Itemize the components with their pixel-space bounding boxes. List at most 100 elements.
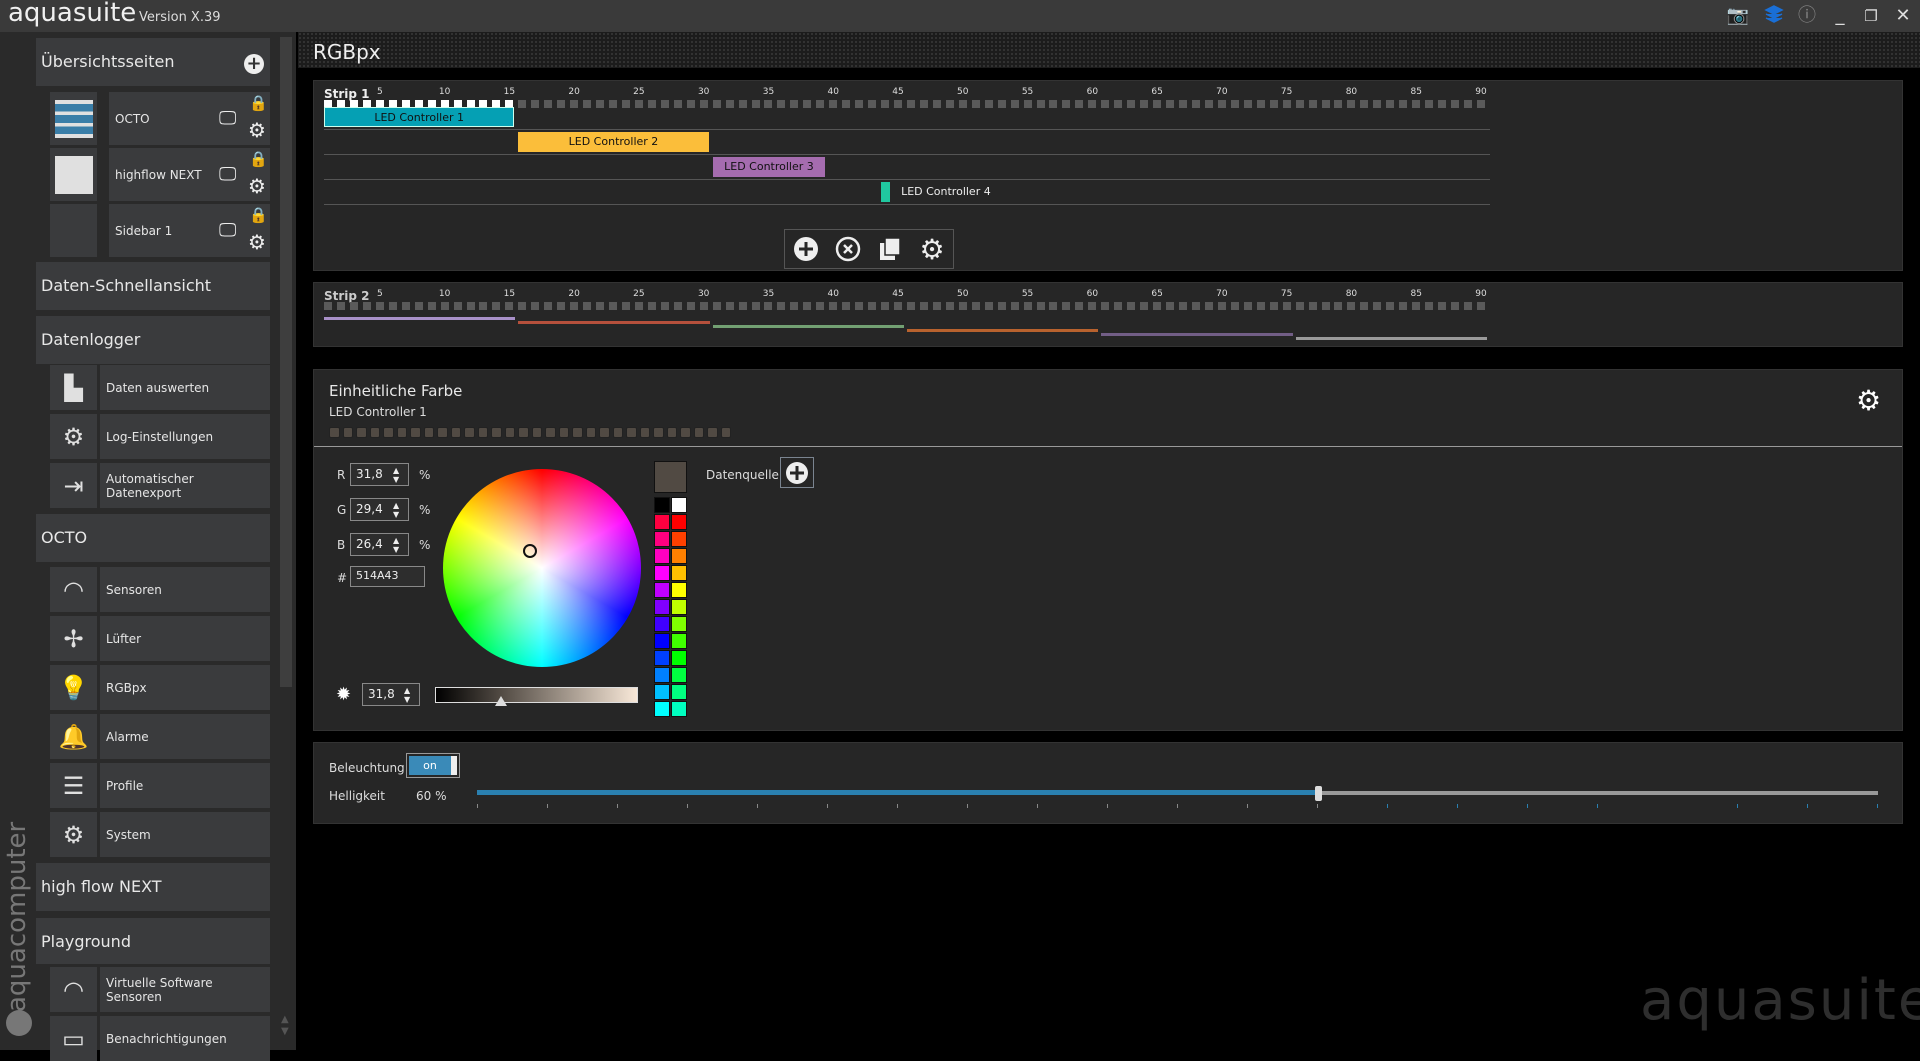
strip-2-led[interactable] <box>505 302 514 310</box>
scroll-arrows-icon[interactable]: ▲ ▼ <box>281 1014 289 1038</box>
palette-swatch[interactable] <box>654 514 670 530</box>
strip-2-segment[interactable] <box>1295 337 1487 340</box>
strip-2-led[interactable] <box>427 302 436 310</box>
strip-2-led[interactable] <box>1191 302 1200 310</box>
palette-swatch[interactable] <box>671 582 687 598</box>
strip-2-led[interactable] <box>1166 302 1175 310</box>
strip-1-led[interactable] <box>1204 100 1213 108</box>
sidebar-item-virtuelle-software-sensoren[interactable]: Virtuelle Software Sensoren <box>100 967 270 1012</box>
b-stepper[interactable]: ▲ ▼ <box>393 536 405 554</box>
palette-swatch[interactable] <box>671 548 687 564</box>
sidebar-item-rgbpx[interactable]: RGBpx <box>100 665 270 710</box>
lock-icon[interactable]: 🔒 <box>249 94 268 112</box>
add-overview-icon[interactable]: + <box>244 54 264 74</box>
strip-1-led[interactable] <box>997 100 1006 108</box>
strip-1-led[interactable] <box>1023 100 1032 108</box>
strip-1-led[interactable] <box>1360 100 1369 108</box>
strip-1-led[interactable] <box>816 100 825 108</box>
strip-1-led[interactable] <box>1412 100 1421 108</box>
remove-controller-button[interactable] <box>831 232 865 266</box>
strip-1-led[interactable] <box>1321 100 1330 108</box>
g-stepper[interactable]: ▲ ▼ <box>393 501 405 519</box>
sidebar-item-icon-box[interactable]: ▭ <box>50 1016 97 1061</box>
palette-swatch[interactable] <box>671 616 687 632</box>
strip-2-led[interactable] <box>1347 302 1356 310</box>
sidebar-item-icon-box[interactable]: ⚙ <box>50 812 97 857</box>
strip-2-led[interactable] <box>1049 302 1058 310</box>
palette-swatch[interactable] <box>671 531 687 547</box>
palette-swatch[interactable] <box>654 599 670 615</box>
sidebar-section-header[interactable]: Playground <box>36 918 270 964</box>
strip-2-led[interactable] <box>634 302 643 310</box>
strip-2-led[interactable] <box>440 302 449 310</box>
strip-1-led[interactable] <box>1334 100 1343 108</box>
strip-1-led[interactable] <box>1308 100 1317 108</box>
palette-swatch[interactable] <box>654 582 670 598</box>
sidebar-item-daten-auswerten[interactable]: Daten auswerten <box>100 365 270 410</box>
strip-2-led[interactable] <box>1464 302 1473 310</box>
brightness-input[interactable]: 31,8 ▲ ▼ <box>362 683 420 706</box>
overview-thumbnail[interactable] <box>50 204 97 257</box>
sidebar-item-automatischer-datenexport[interactable]: Automatischer Datenexport <box>100 463 270 508</box>
lock-icon[interactable]: 🔒 <box>249 206 268 224</box>
strip-2-led[interactable] <box>1438 302 1447 310</box>
strip-1-led[interactable] <box>1140 100 1149 108</box>
sidebar-section-header[interactable]: OCTO <box>36 514 270 562</box>
strip-2-led[interactable] <box>881 302 890 310</box>
strip-2-led[interactable] <box>660 302 669 310</box>
layers-icon[interactable] <box>1760 4 1788 28</box>
palette-swatch[interactable] <box>654 633 670 649</box>
strip-2-led[interactable] <box>1412 302 1421 310</box>
strip-2-led[interactable] <box>712 302 721 310</box>
strip-1-led[interactable] <box>881 100 890 108</box>
strip-2-led[interactable] <box>725 302 734 310</box>
gear-icon[interactable]: ⚙ <box>248 118 266 142</box>
strip-1-led[interactable] <box>1010 100 1019 108</box>
strip-1-led[interactable] <box>1386 100 1395 108</box>
lock-icon[interactable]: 🔒 <box>249 150 268 168</box>
g-input[interactable]: 29,4 ▲ ▼ <box>350 498 409 521</box>
strip-1-led[interactable] <box>1075 100 1084 108</box>
strip-2-led[interactable] <box>868 302 877 310</box>
strip-2-led[interactable] <box>1282 302 1291 310</box>
strip-1-led[interactable] <box>544 100 553 108</box>
strip-1-led[interactable] <box>829 100 838 108</box>
overview-page-item[interactable]: OCTO 🖵 🔒 ⚙ <box>109 92 270 145</box>
strip-2-led[interactable] <box>349 302 358 310</box>
strip-1-led[interactable] <box>1425 100 1434 108</box>
gear-icon[interactable]: ⚙ <box>248 230 266 254</box>
brightness-slider-thumb[interactable] <box>494 696 507 706</box>
strip-2-led[interactable] <box>1204 302 1213 310</box>
brightness-slider[interactable] <box>477 786 1878 801</box>
strip-2-led[interactable] <box>919 302 928 310</box>
strip-2-led[interactable] <box>1321 302 1330 310</box>
sidebar-item-icon-box[interactable]: ◠ <box>50 967 97 1012</box>
strip-1-led[interactable] <box>984 100 993 108</box>
strip-1-led[interactable] <box>621 100 630 108</box>
sidebar-item-icon-box[interactable]: 🔔 <box>50 714 97 759</box>
palette-swatch[interactable] <box>654 616 670 632</box>
strip-2-segment[interactable] <box>906 329 1099 332</box>
strip-2-led[interactable] <box>1256 302 1265 310</box>
strip-1-led[interactable] <box>660 100 669 108</box>
strip-2-led[interactable] <box>932 302 941 310</box>
sidebar-item-system[interactable]: System <box>100 812 270 857</box>
palette-swatch[interactable] <box>671 599 687 615</box>
strip-2-led[interactable] <box>1217 302 1226 310</box>
sidebar-item-icon-box[interactable]: ⇥ <box>50 463 97 508</box>
strip-1-led[interactable] <box>712 100 721 108</box>
strip-1-led[interactable] <box>1191 100 1200 108</box>
strip-2-led[interactable] <box>842 302 851 310</box>
strip-2-led[interactable] <box>751 302 760 310</box>
strip-2-led[interactable] <box>686 302 695 310</box>
sidebar-item-benachrichtigungen[interactable]: Benachrichtigungen <box>100 1016 270 1061</box>
monitor-icon[interactable]: 🖵 <box>219 108 236 129</box>
strip-2-led[interactable] <box>1075 302 1084 310</box>
strip-2-led[interactable] <box>1308 302 1317 310</box>
strip-2-led[interactable] <box>531 302 540 310</box>
palette-swatch[interactable] <box>671 684 687 700</box>
palette-swatch[interactable] <box>654 497 670 513</box>
gear-icon[interactable]: ⚙ <box>248 174 266 198</box>
strip-2-led[interactable] <box>1230 302 1239 310</box>
palette-swatch[interactable] <box>654 548 670 564</box>
